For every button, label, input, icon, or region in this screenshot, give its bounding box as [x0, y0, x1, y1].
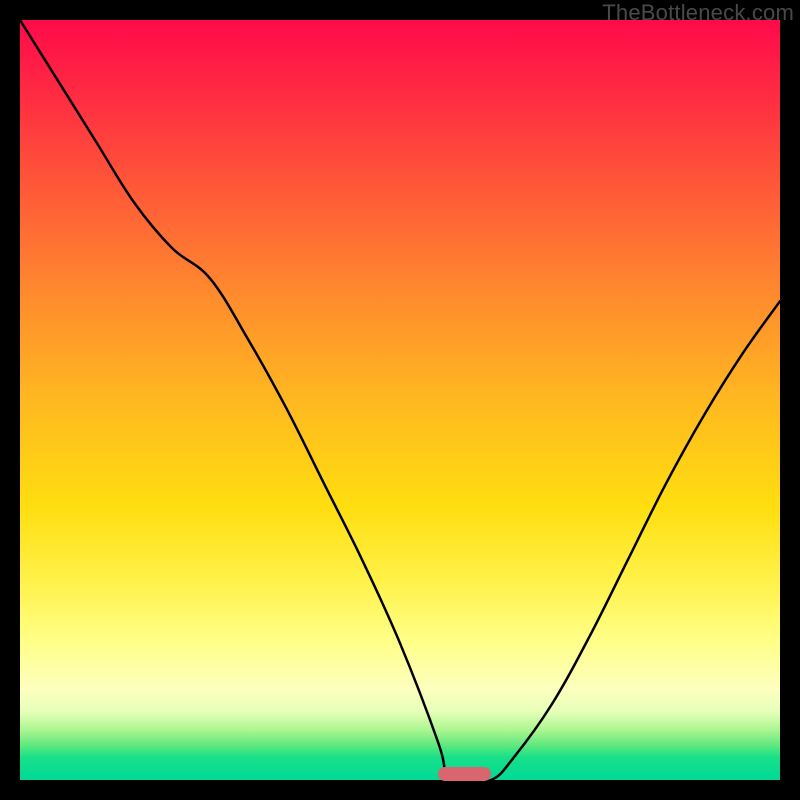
bottleneck-curve: [20, 20, 780, 780]
optimal-range-marker: [438, 767, 491, 781]
plot-area: [20, 20, 780, 780]
chart-frame: TheBottleneck.com: [0, 0, 800, 800]
